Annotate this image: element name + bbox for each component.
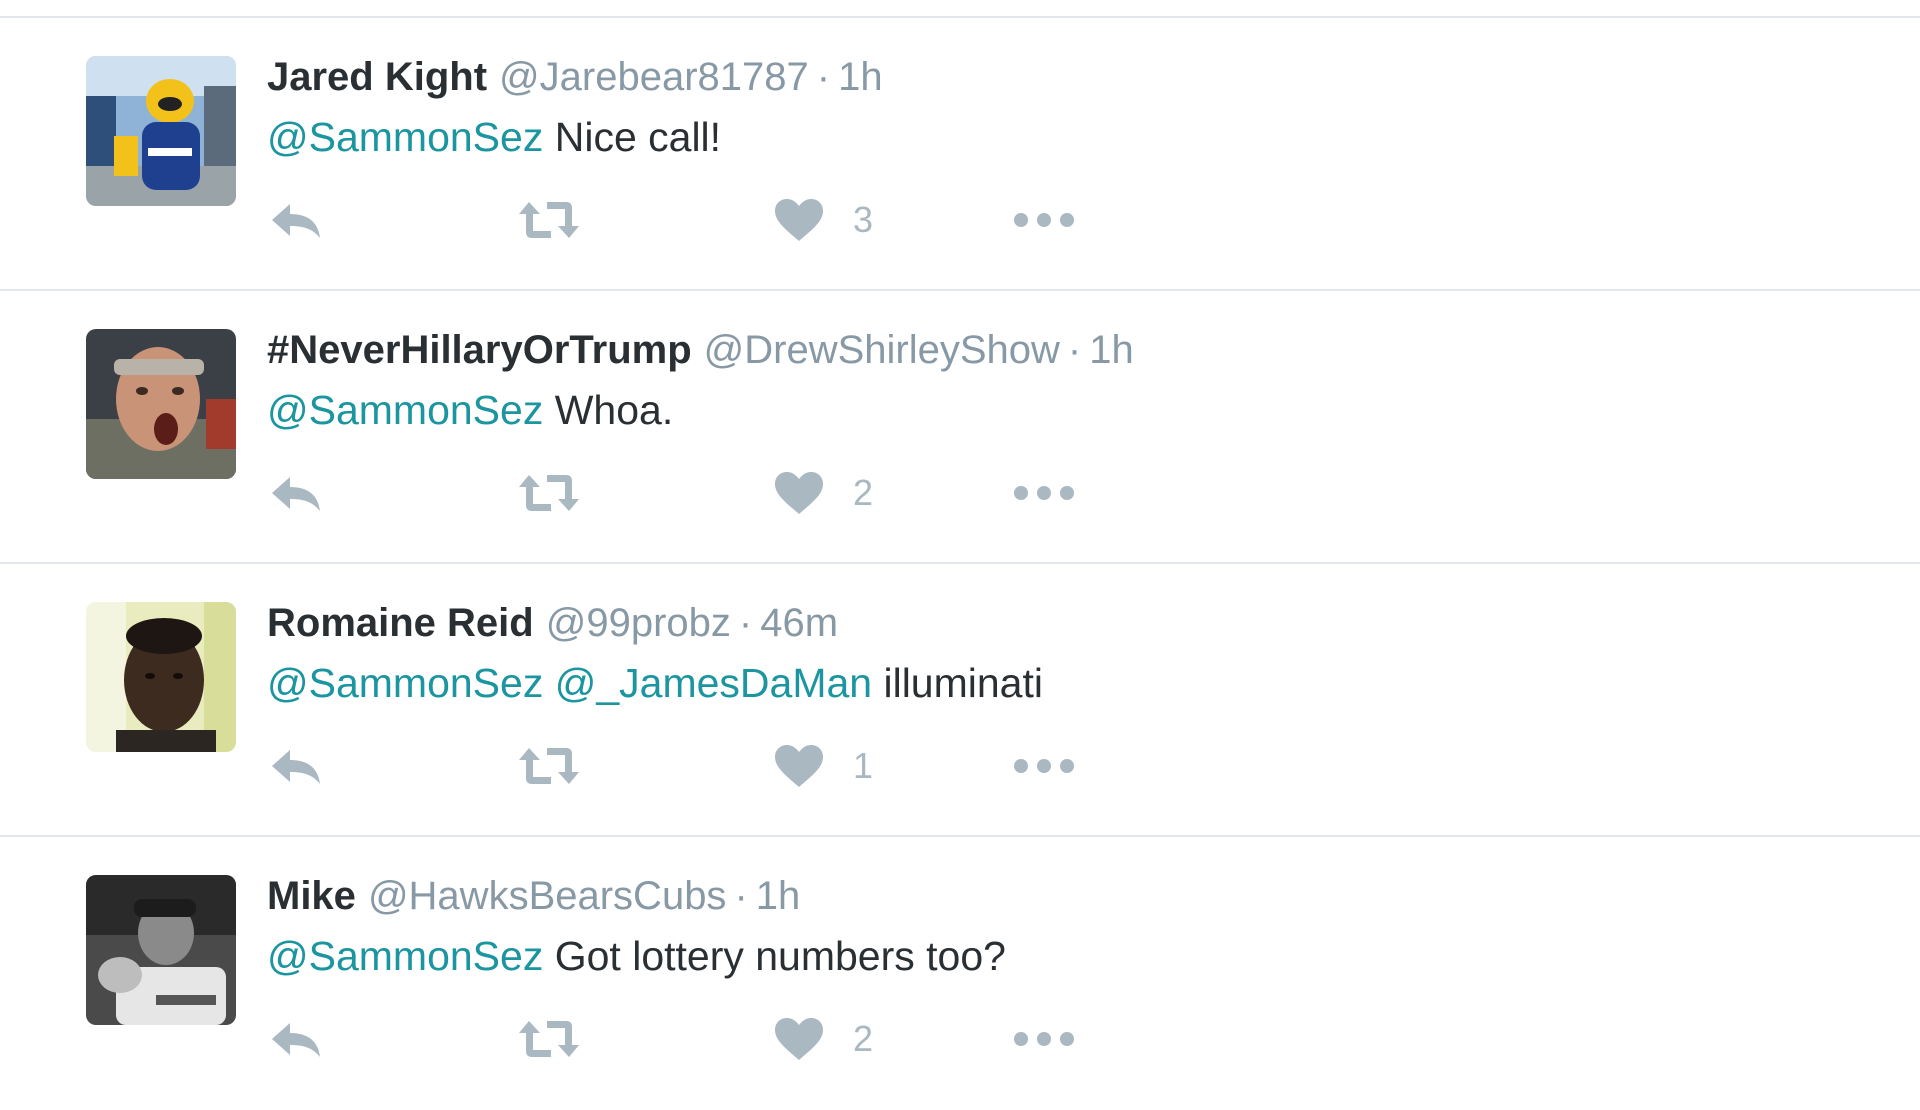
mention-link[interactable]: @SammonSez (267, 660, 543, 706)
author-name[interactable]: Mike (267, 874, 356, 918)
tweet-text: @SammonSez Whoa. (267, 384, 673, 436)
like-button[interactable]: 2 (775, 463, 873, 523)
tweet-item[interactable]: #NeverHillaryOrTrump @DrewShirleyShow · 1h … (0, 291, 1920, 564)
tweet-item[interactable]: Romaine Reid @99probz · 46m @SammonSez @_Ja… (0, 564, 1920, 837)
shouting-man-avatar-image (86, 329, 236, 479)
tweet-body: illuminati (872, 660, 1043, 706)
tweet-header: Mike @HawksBearsCubs · 1h (267, 871, 800, 921)
tweet-body: Got lottery numbers too? (543, 933, 1006, 979)
reply-button[interactable] (270, 1009, 322, 1069)
more-icon (1014, 213, 1074, 227)
heart-icon (775, 745, 823, 787)
avatar[interactable] (86, 329, 236, 479)
tweet-timeline: Jared Kight @Jarebear81787 · 1h @SammonSez … (0, 0, 1920, 1080)
more-button[interactable] (1013, 190, 1075, 250)
reply-icon (272, 477, 320, 511)
tweet-header: #NeverHillaryOrTrump @DrewShirleyShow · 1h (267, 325, 1134, 375)
mention-link[interactable]: @SammonSez (267, 933, 543, 979)
author-handle[interactable]: @99probz (546, 601, 731, 645)
tweet-actions: 1 (267, 736, 1087, 796)
tweet-actions: 2 (267, 1009, 1087, 1069)
tweet-time[interactable]: 1h (1089, 328, 1134, 372)
like-count: 2 (853, 472, 874, 513)
author-handle[interactable]: @DrewShirleyShow (704, 328, 1060, 372)
portrait-avatar-image (86, 602, 236, 752)
author-name[interactable]: Jared Kight (267, 55, 487, 99)
separator: · (816, 55, 831, 99)
retweet-button[interactable] (517, 463, 581, 523)
retweet-button[interactable] (517, 736, 581, 796)
reply-button[interactable] (270, 190, 322, 250)
retweet-icon (519, 475, 579, 511)
like-button[interactable]: 2 (775, 1009, 873, 1069)
separator: · (738, 601, 753, 645)
tweet-time[interactable]: 46m (760, 601, 838, 645)
like-button[interactable]: 1 (775, 736, 873, 796)
author-handle[interactable]: @Jarebear81787 (499, 55, 809, 99)
separator: · (1067, 328, 1082, 372)
retweet-icon (519, 748, 579, 784)
tweet-time[interactable]: 1h (756, 874, 801, 918)
tweet-text: @SammonSez Got lottery numbers too? (267, 930, 1006, 982)
avatar[interactable] (86, 875, 236, 1025)
more-button[interactable] (1013, 736, 1075, 796)
like-count: 2 (853, 1018, 874, 1059)
avatar[interactable] (86, 56, 236, 206)
like-count: 1 (853, 745, 874, 786)
tweet-body: Whoa. (543, 387, 674, 433)
reply-button[interactable] (270, 736, 322, 796)
mention-link[interactable]: @SammonSez (267, 114, 543, 160)
separator: · (734, 874, 748, 918)
tweet-item[interactable]: Jared Kight @Jarebear81787 · 1h @SammonSez … (0, 18, 1920, 291)
tweet-body: Nice call! (543, 114, 722, 160)
avatar[interactable] (86, 602, 236, 752)
like-button[interactable]: 3 (775, 190, 873, 250)
tweet-time[interactable]: 1h (838, 55, 883, 99)
heart-icon (775, 472, 823, 514)
tweet-header: Romaine Reid @99probz · 46m (267, 598, 838, 648)
more-icon (1014, 1032, 1074, 1046)
more-icon (1014, 759, 1074, 773)
heart-icon (775, 199, 823, 241)
reply-icon (272, 1023, 320, 1057)
reply-icon (272, 750, 320, 784)
retweet-icon (519, 202, 579, 238)
tweet-text: @SammonSez @_JamesDaMan illuminati (267, 657, 1043, 709)
more-button[interactable] (1013, 1009, 1075, 1069)
tweet-item[interactable]: Mike @HawksBearsCubs · 1h @SammonSez Got lo… (0, 837, 1920, 1110)
author-name[interactable]: Romaine Reid (267, 601, 534, 645)
author-name[interactable]: #NeverHillaryOrTrump (267, 328, 692, 372)
tweet-actions: 3 (267, 190, 1087, 250)
heart-icon (775, 1018, 823, 1060)
mention-link[interactable]: @_JamesDaMan (543, 660, 872, 706)
like-count: 3 (853, 199, 874, 240)
retweet-button[interactable] (517, 1009, 581, 1069)
mention-link[interactable]: @SammonSez (267, 387, 543, 433)
more-icon (1014, 486, 1074, 500)
baseball-player-avatar-image (86, 875, 236, 1025)
tweet-actions: 2 (267, 463, 1087, 523)
tweet-header: Jared Kight @Jarebear81787 · 1h (267, 52, 883, 102)
reply-button[interactable] (270, 463, 322, 523)
reply-icon (272, 204, 320, 238)
author-handle[interactable]: @HawksBearsCubs (368, 874, 727, 918)
retweet-icon (519, 1021, 579, 1057)
more-button[interactable] (1013, 463, 1075, 523)
retweet-button[interactable] (517, 190, 581, 250)
tweet-text: @SammonSez Nice call! (267, 111, 721, 163)
mascot-avatar-image (86, 56, 236, 206)
